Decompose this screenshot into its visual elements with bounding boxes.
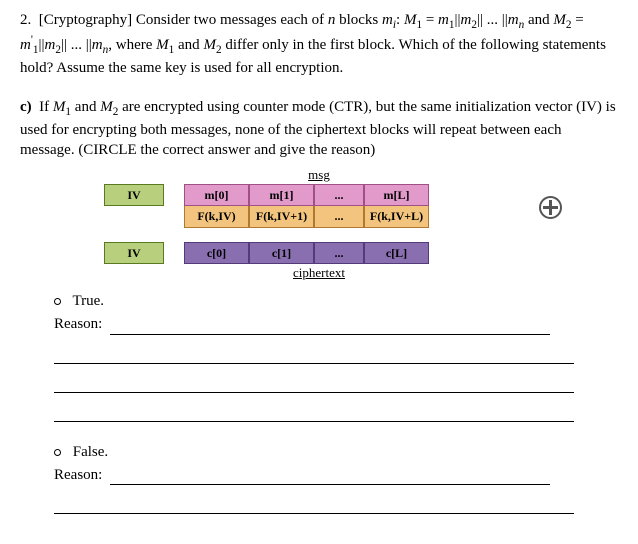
iv-cell-top: IV <box>104 184 164 206</box>
t: = <box>572 12 584 28</box>
gap <box>164 206 184 228</box>
gap <box>164 184 184 206</box>
M: M <box>156 37 169 53</box>
t: blocks <box>335 12 382 28</box>
ciphertext-label: ciphertext <box>104 264 534 282</box>
question-2-intro: 2. [Cryptography] Consider two messages … <box>20 10 618 79</box>
m: m <box>20 37 31 53</box>
write-line[interactable] <box>54 493 574 514</box>
t: and <box>524 12 553 28</box>
write-line[interactable] <box>110 464 550 485</box>
d: ... <box>67 37 86 53</box>
gap <box>104 206 164 228</box>
reason-label: Reason: <box>54 465 102 485</box>
reason-label: Reason: <box>54 314 102 334</box>
true-label: True. <box>72 293 104 309</box>
M: M <box>53 99 66 115</box>
m: m <box>92 37 103 53</box>
write-line[interactable] <box>110 314 550 335</box>
q-tag: [Cryptography] <box>39 12 132 28</box>
bullet-icon <box>54 298 61 305</box>
t: If <box>39 99 53 115</box>
c-dots-cell: ... <box>314 242 364 264</box>
bullet-icon <box>54 449 61 456</box>
c-label: c) <box>20 99 32 115</box>
f1-cell: F(k,IV+1) <box>249 206 314 228</box>
m-dots-cell: ... <box>314 184 364 206</box>
t: , where <box>108 37 156 53</box>
mL-cell: m[L] <box>364 184 429 206</box>
fL-cell: F(k,IV+L) <box>364 206 429 228</box>
iv-cell-bottom: IV <box>104 242 164 264</box>
answer-true-block: True. Reason: <box>54 291 618 421</box>
gap <box>164 242 184 264</box>
ctr-diagram: msg IV m[0] m[1] ... m[L] F(k,IV) F(k,IV… <box>104 166 534 281</box>
q-number: 2. <box>20 12 31 28</box>
t: and <box>174 37 203 53</box>
m1-cell: m[1] <box>249 184 314 206</box>
M: M <box>404 12 417 28</box>
m: m <box>461 12 472 28</box>
t: : <box>396 12 404 28</box>
M: M <box>203 37 216 53</box>
xor-icon <box>539 196 562 219</box>
t: and <box>71 99 100 115</box>
M: M <box>553 12 566 28</box>
m: m <box>382 12 393 28</box>
false-label: False. <box>73 444 108 460</box>
m: m <box>438 12 449 28</box>
M: M <box>100 99 113 115</box>
t: = <box>422 12 438 28</box>
c0-cell: c[0] <box>184 242 249 264</box>
c1-cell: c[1] <box>249 242 314 264</box>
write-line[interactable] <box>54 401 574 422</box>
m: m <box>45 37 56 53</box>
d: ... <box>483 12 502 28</box>
cL-cell: c[L] <box>364 242 429 264</box>
write-line[interactable] <box>54 343 574 364</box>
m: m <box>508 12 519 28</box>
part-c: c) If M1 and M2 are encrypted using coun… <box>20 97 618 161</box>
f-dots-cell: ... <box>314 206 364 228</box>
answer-false-block: False. Reason: <box>54 442 618 514</box>
msg-label: msg <box>104 166 534 184</box>
f0-cell: F(k,IV) <box>184 206 249 228</box>
t: Consider two messages each of <box>136 12 328 28</box>
write-line[interactable] <box>54 372 574 393</box>
m0-cell: m[0] <box>184 184 249 206</box>
